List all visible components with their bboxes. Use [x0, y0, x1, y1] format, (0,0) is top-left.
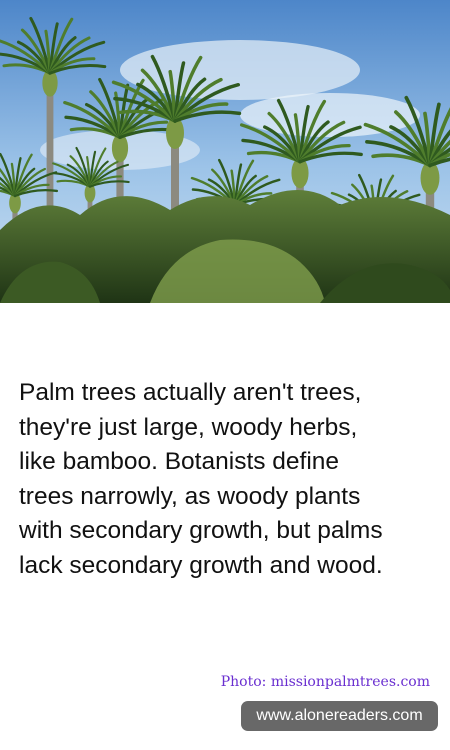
- photo-credit: Photo: missionpalmtrees.com: [220, 674, 430, 690]
- site-watermark-badge: www.alonereaders.com: [241, 701, 438, 731]
- palm-trees-illustration: [0, 0, 450, 303]
- fact-line: they're just large, woody herbs,: [19, 413, 358, 441]
- fact-line: like bamboo. Botanists define: [19, 448, 340, 476]
- fact-line: trees narrowly, as woody plants: [19, 482, 361, 510]
- palm-trees-photo: [0, 0, 450, 303]
- fact-line: lack secondary growth and wood.: [19, 551, 383, 579]
- palm-fact-text: Palm trees actually aren't trees, they'r…: [19, 376, 435, 584]
- fact-line: with secondary growth, but palms: [19, 517, 383, 545]
- fact-line: Palm trees actually aren't trees,: [19, 379, 362, 406]
